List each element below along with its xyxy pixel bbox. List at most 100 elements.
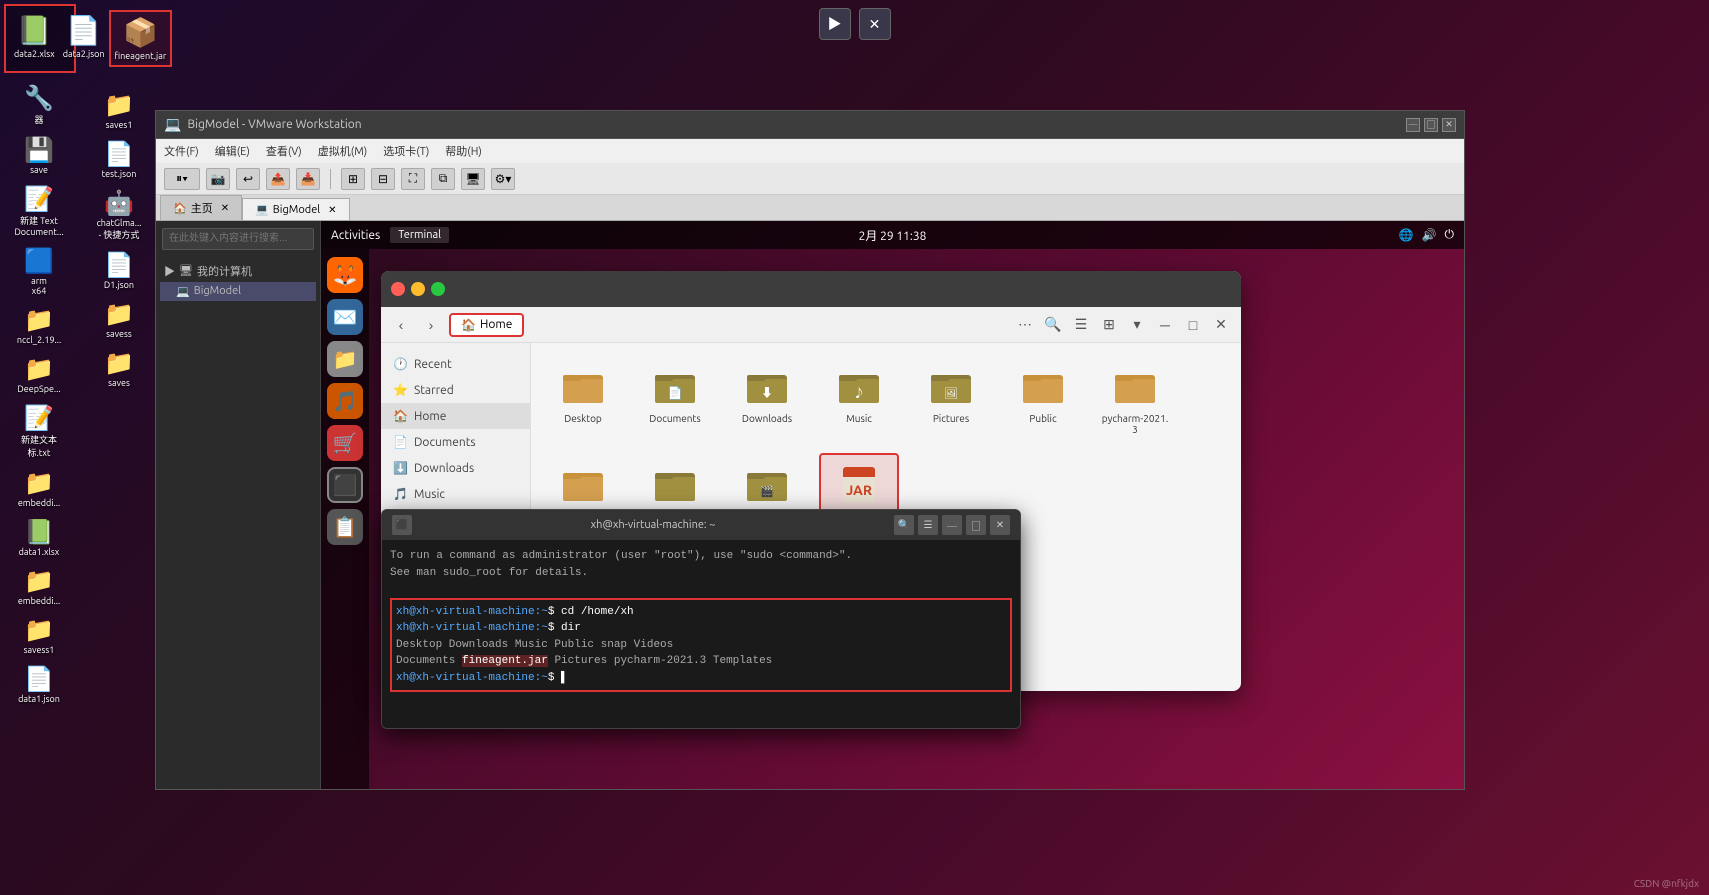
dock-files2[interactable]: 📋: [327, 509, 363, 545]
desktop-icon-savess1[interactable]: 📁 savess1: [4, 613, 74, 658]
playback-play-btn[interactable]: ▶: [819, 8, 851, 40]
toolbar-settings-btn[interactable]: ⚙▾: [491, 168, 515, 190]
dock-music[interactable]: 🎵: [327, 383, 363, 419]
files-maximize-btn2[interactable]: □: [1181, 313, 1205, 337]
svg-text:📄: 📄: [668, 386, 683, 400]
file-downloads[interactable]: ⬇ Downloads: [727, 355, 807, 441]
toolbar-view2-btn[interactable]: ⊟: [371, 168, 395, 190]
desktop-icon-embed2[interactable]: 📁 embeddi...: [4, 564, 74, 609]
tree-item-bigmodel[interactable]: 💻 BigModel: [160, 282, 316, 301]
toolbar-pause-btn[interactable]: ⏸▾: [164, 168, 200, 190]
desktop-icon-chatglma[interactable]: 🤖 chatGlma...- 快捷方式: [84, 186, 154, 244]
desktop-icon-saves[interactable]: 📁 saves: [84, 346, 154, 391]
menu-help[interactable]: 帮助(H): [441, 141, 486, 161]
desktop-icon-saves1[interactable]: 📁 saves1: [84, 88, 154, 133]
nav-forward-btn[interactable]: ›: [419, 313, 443, 337]
terminal-close-btn[interactable]: ✕: [990, 515, 1010, 535]
toolbar-send-btn[interactable]: 📤: [266, 168, 290, 190]
files-maximize-btn[interactable]: [431, 282, 445, 296]
toolbar-revert-btn[interactable]: ↩: [236, 168, 260, 190]
desktop-icon-tools[interactable]: 🔧 器: [4, 81, 74, 129]
dock-email[interactable]: ✉️: [327, 299, 363, 335]
toolbar-snapshot-btn[interactable]: 📷: [206, 168, 230, 190]
file-documents-label: Documents: [649, 413, 700, 424]
toolbar-unity-btn[interactable]: ⧉: [431, 168, 455, 190]
files-breadcrumb-home[interactable]: 🏠 Home: [449, 313, 524, 337]
sidebar-downloads[interactable]: ⬇️ Downloads: [381, 455, 530, 481]
home-tab-close[interactable]: ✕: [221, 202, 229, 214]
sidebar-starred[interactable]: ⭐ Starred: [381, 377, 530, 403]
desktop-icon-d1json[interactable]: 📄 D1.json: [84, 248, 154, 293]
music-label: Music: [414, 488, 445, 501]
file-desktop[interactable]: Desktop: [543, 355, 623, 441]
terminal-minimize-btn[interactable]: ─: [942, 515, 962, 535]
playback-close-btn[interactable]: ✕: [859, 8, 891, 40]
terminal-menu-btn[interactable]: ☰: [918, 515, 938, 535]
desktop-icon-nccl[interactable]: 📁 nccl_2.19...: [4, 303, 74, 348]
dock-appstore[interactable]: 🛒: [327, 425, 363, 461]
sidebar-home[interactable]: 🏠 Home: [381, 403, 530, 429]
vmware-minimize-btn[interactable]: ─: [1406, 118, 1420, 132]
desktop-icon-txttxt[interactable]: 📝 新建文本标.txt: [4, 401, 74, 462]
desktop-icon-embed1[interactable]: 📁 embeddi...: [4, 466, 74, 511]
desktop-icon-deepspe[interactable]: 📁 DeepSpe...: [4, 352, 74, 397]
ubuntu-activities[interactable]: Activities: [331, 229, 380, 242]
bigmodel-tab-close[interactable]: ✕: [328, 204, 336, 216]
desktop-file-data2xlsx[interactable]: 📗 data2.xlsx: [10, 10, 59, 67]
file-documents[interactable]: 📄 Documents: [635, 355, 715, 441]
files-minimize-btn2[interactable]: ─: [1153, 313, 1177, 337]
terminal-icon-btn[interactable]: ⬛: [392, 515, 412, 535]
terminal-maximize-btn[interactable]: □: [966, 515, 986, 535]
toolbar-fullscreen-btn[interactable]: ⛶: [401, 168, 425, 190]
vmware-maximize-btn[interactable]: □: [1424, 118, 1438, 132]
desktop-icon-newtext[interactable]: 📝 新建 TextDocument...: [4, 182, 74, 240]
sidebar-music[interactable]: 🎵 Music: [381, 481, 530, 507]
desktop-icon-data1xlsx[interactable]: 📗 data1.xlsx: [4, 515, 74, 560]
file-pycharm[interactable]: pycharm-2021.3: [1095, 355, 1175, 441]
files-view-grid-btn[interactable]: ⊞: [1097, 313, 1121, 337]
desktop-icon-arm[interactable]: 🟦 armx64: [4, 244, 74, 299]
file-music[interactable]: ♪ Music: [819, 355, 899, 441]
terminal-search-btn[interactable]: 🔍: [894, 515, 914, 535]
ubuntu-terminal-tag[interactable]: Terminal: [390, 227, 449, 243]
nav-back-btn[interactable]: ‹: [389, 313, 413, 337]
desktop-icon-data1json[interactable]: 📄 data1.json: [4, 662, 74, 707]
menu-file[interactable]: 文件(F): [160, 141, 203, 161]
dock-files[interactable]: 📁: [327, 341, 363, 377]
tab-home[interactable]: 🏠 主页 ✕: [160, 195, 242, 220]
vmware-close-btn[interactable]: ✕: [1442, 118, 1456, 132]
toolbar-view1-btn[interactable]: ⊞: [341, 168, 365, 190]
sidebar-search-input[interactable]: [162, 228, 314, 250]
file-pictures[interactable]: 🖼 Pictures: [911, 355, 991, 441]
tools-label: 器: [34, 113, 43, 126]
saves-label: saves: [108, 378, 130, 388]
terminal-prompt-3: xh@xh-virtual-machine:~: [396, 672, 548, 684]
files-close-btn[interactable]: [391, 282, 405, 296]
tab-bigmodel[interactable]: 💻 BigModel ✕: [242, 198, 349, 220]
terminal-prompt-1: xh@xh-virtual-machine:~: [396, 606, 548, 618]
menu-view[interactable]: 查看(V): [262, 141, 306, 161]
toolbar-console-btn[interactable]: 🖥: [461, 168, 485, 190]
file-public[interactable]: Public: [1003, 355, 1083, 441]
menu-edit[interactable]: 编辑(E): [211, 141, 254, 161]
files-menu-btn[interactable]: ⋯: [1013, 313, 1037, 337]
files-minimize-btn[interactable]: [411, 282, 425, 296]
toolbar-recv-btn[interactable]: 📥: [296, 168, 320, 190]
files-close-btn2[interactable]: ✕: [1209, 313, 1233, 337]
dock-terminal[interactable]: ⬛: [327, 467, 363, 503]
music-folder-icon: ♪: [835, 361, 883, 409]
terminal-line-2: [390, 581, 1012, 598]
files-view-toggle-btn[interactable]: ▾: [1125, 313, 1149, 337]
sidebar-documents[interactable]: 📄 Documents: [381, 429, 530, 455]
sidebar-recent[interactable]: 🕐 Recent: [381, 351, 530, 377]
files-view-list-btn[interactable]: ☰: [1069, 313, 1093, 337]
tree-item-mycomputer[interactable]: ▶ 🖥 我的计算机: [160, 260, 316, 282]
files-search-btn[interactable]: 🔍: [1041, 313, 1065, 337]
dock-firefox[interactable]: 🦊: [327, 257, 363, 293]
desktop-icon-testjson[interactable]: 📄 test.json: [84, 137, 154, 182]
menu-vm[interactable]: 虚拟机(M): [314, 141, 372, 161]
desktop-icon-savess[interactable]: 📁 savess: [84, 297, 154, 342]
vmware-titlebar: 💻 BigModel - VMware Workstation ─ □ ✕: [156, 111, 1464, 139]
desktop-icon-save[interactable]: 💾 save: [4, 133, 74, 178]
menu-tab[interactable]: 选项卡(T): [379, 141, 433, 161]
